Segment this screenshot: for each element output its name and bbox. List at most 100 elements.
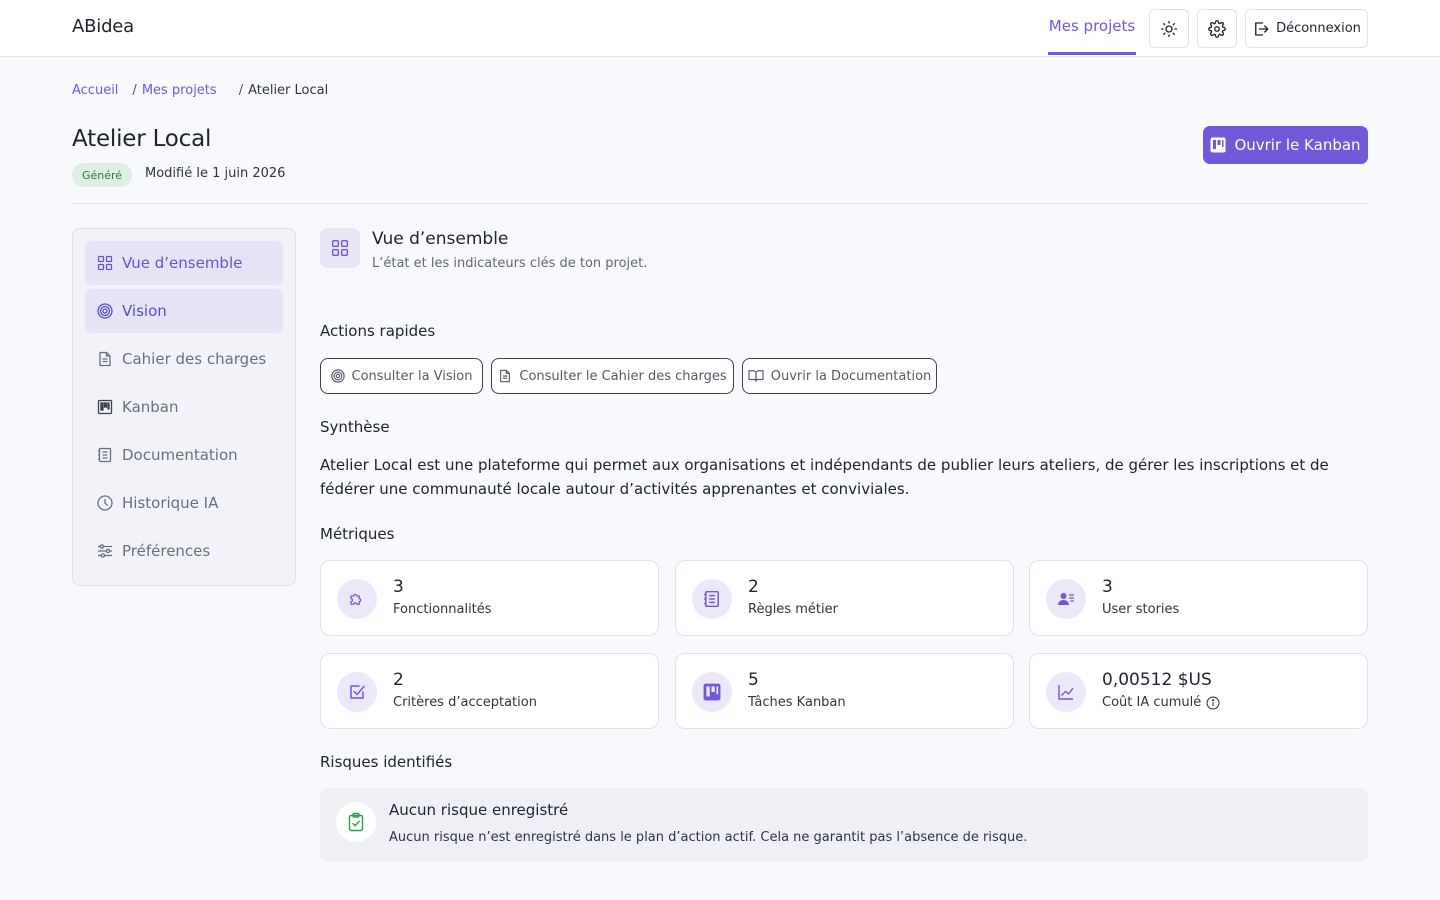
sidebar-item-vision[interactable]: Vision (85, 289, 283, 333)
metric-label-text: Tâches Kanban (748, 695, 846, 710)
page-title: Atelier Local (72, 126, 212, 152)
section-subtitle: L’état et les indicateurs clés de ton pr… (372, 256, 648, 271)
metric-icon-wrap (1046, 672, 1086, 712)
logout-label: Déconnexion (1276, 21, 1361, 36)
risk-icon-wrap (336, 802, 376, 842)
section-title: Vue d’ensemble (372, 229, 509, 249)
sidebar-item-label: Vision (122, 302, 167, 320)
rules-icon (704, 590, 719, 608)
metric-label-text: Fonctionnalités (393, 602, 492, 617)
sidebar-item-label: Documentation (122, 446, 238, 464)
target-icon (330, 369, 345, 383)
breadcrumb-separator: / (238, 83, 244, 98)
risk-empty-title: Aucun risque enregistré (389, 801, 569, 819)
theme-toggle-button[interactable] (1149, 9, 1189, 48)
document-icon (99, 351, 111, 367)
risk-empty-text: Aucun risque n’est enregistré dans le pl… (389, 830, 1028, 845)
grid-icon (97, 255, 113, 271)
info-icon[interactable] (1206, 696, 1220, 710)
kanban-icon (97, 399, 113, 415)
open-documentation-label: Ouvrir la Documentation (770, 368, 932, 384)
metric-label: User stories (1102, 602, 1179, 617)
users-icon (1058, 593, 1074, 605)
sidebar-item-ai-history[interactable]: Historique IA (85, 481, 283, 525)
sidebar-item-label: Préférences (122, 542, 211, 560)
open-kanban-button[interactable]: Ouvrir le Kanban (1203, 126, 1368, 164)
metric-value: 0,00512 $US (1102, 670, 1212, 690)
metric-card-ai-cost: 0,00512 $US Coût IA cumulé (1029, 653, 1368, 729)
logout-button[interactable]: Déconnexion (1245, 9, 1368, 48)
metric-card-user-stories: 3 User stories (1029, 560, 1368, 636)
metric-label: Critères d’acceptation (393, 695, 537, 710)
view-vision-button[interactable]: Consulter la Vision (320, 358, 483, 394)
metric-icon-wrap (337, 579, 377, 619)
gear-icon (1208, 19, 1226, 38)
project-sidebar: Vue d’ensemble Vision Cahier des charges… (72, 228, 296, 586)
sidebar-item-documentation[interactable]: Documentation (85, 433, 283, 477)
checkbox-icon (350, 685, 365, 699)
breadcrumb-separator: / (132, 83, 137, 98)
target-icon (97, 303, 113, 319)
sidebar-item-overview[interactable]: Vue d’ensemble (85, 241, 283, 285)
book-open-icon (748, 370, 764, 382)
risk-empty-state: Aucun risque enregistré Aucun risque n’e… (320, 788, 1368, 862)
settings-button[interactable] (1197, 9, 1237, 48)
clock-icon (97, 495, 113, 511)
risks-heading: Risques identifiés (320, 753, 453, 771)
metric-card-acceptance-criteria: 2 Critères d’acceptation (320, 653, 659, 729)
notebook-icon (98, 447, 112, 463)
breadcrumb-home[interactable]: Accueil (72, 83, 118, 98)
metric-value: 3 (393, 577, 404, 597)
view-specifications-button[interactable]: Consulter le Cahier des charges (491, 358, 734, 394)
clipboard-check-icon (348, 812, 364, 832)
metric-icon-wrap (1046, 579, 1086, 619)
metric-card-kanban-tasks: 5 Tâches Kanban (675, 653, 1014, 729)
open-documentation-button[interactable]: Ouvrir la Documentation (742, 358, 937, 394)
metric-label-text: Critères d’acceptation (393, 695, 537, 710)
metric-label-text: Coût IA cumulé (1102, 695, 1202, 710)
top-bar: ABidea Mes projets Déconnexion (0, 0, 1440, 57)
brand-logo[interactable]: ABidea (72, 16, 134, 37)
metric-label-text: User stories (1102, 602, 1180, 617)
document-icon (500, 369, 511, 383)
kanban-icon (703, 683, 721, 701)
breadcrumb: Accueil / Mes projets / Atelier Local (72, 83, 328, 98)
sun-icon (1160, 20, 1178, 37)
sidebar-item-label: Historique IA (122, 494, 219, 512)
kanban-icon (1210, 137, 1226, 153)
sidebar-item-kanban[interactable]: Kanban (85, 385, 283, 429)
metric-label-text: Règles métier (748, 602, 838, 617)
sidebar-item-label: Cahier des charges (122, 350, 267, 368)
grid-icon (331, 239, 349, 257)
metric-card-features: 3 Fonctionnalités (320, 560, 659, 636)
metric-card-business-rules: 2 Règles métier (675, 560, 1014, 636)
metric-label: Fonctionnalités (393, 602, 492, 617)
sidebar-item-label: Vue d’ensemble (122, 254, 243, 272)
metric-value: 3 (1102, 577, 1113, 597)
sidebar-item-specifications[interactable]: Cahier des charges (85, 337, 283, 381)
header-divider (72, 203, 1368, 204)
metrics-heading: Métriques (320, 525, 395, 543)
metric-label: Coût IA cumulé (1102, 695, 1220, 710)
metric-icon-wrap (692, 672, 732, 712)
section-icon (320, 228, 360, 268)
quick-actions-heading: Actions rapides (320, 322, 436, 340)
sidebar-item-preferences[interactable]: Préférences (85, 529, 283, 573)
view-vision-label: Consulter la Vision (351, 368, 473, 384)
metric-icon-wrap (692, 579, 732, 619)
breadcrumb-projects[interactable]: Mes projets (142, 83, 217, 98)
metric-icon-wrap (337, 672, 377, 712)
metric-label: Tâches Kanban (748, 695, 846, 710)
logout-icon (1255, 21, 1269, 36)
modified-date: Modifié le 1 juin 2026 (145, 166, 286, 181)
breadcrumb-current: Atelier Local (248, 83, 329, 98)
sliders-icon (98, 544, 112, 558)
project-summary: Atelier Local est une plateforme qui per… (320, 456, 1329, 498)
metric-value: 2 (748, 577, 759, 597)
view-specifications-label: Consulter le Cahier des charges (519, 368, 727, 384)
metric-label: Règles métier (748, 602, 838, 617)
puzzle-icon (350, 593, 362, 605)
chart-line-icon (1058, 685, 1074, 700)
metric-value: 5 (748, 670, 759, 690)
nav-my-projects[interactable]: Mes projets (1048, 0, 1136, 55)
